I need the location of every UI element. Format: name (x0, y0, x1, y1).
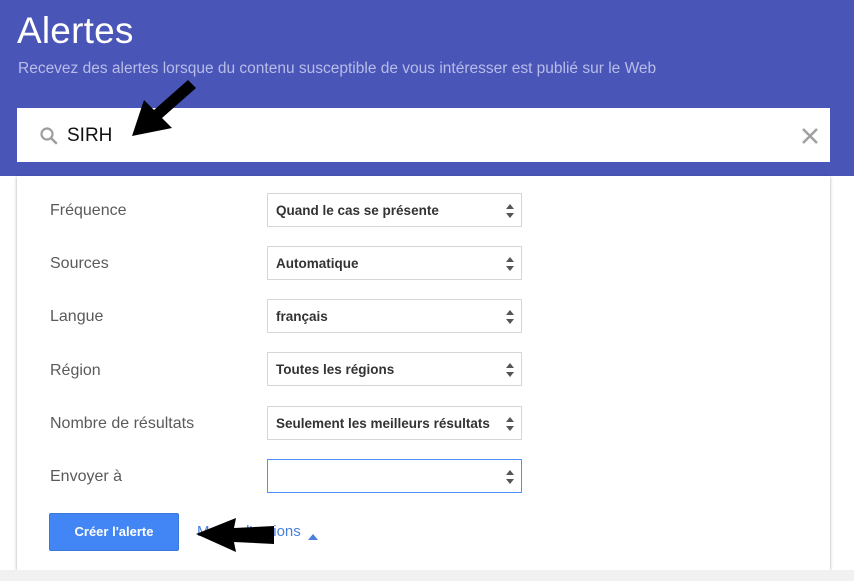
updown-icon (505, 203, 515, 219)
annotation-arrow-icon (194, 514, 276, 554)
close-icon[interactable] (801, 127, 819, 145)
updown-icon (505, 469, 515, 485)
chevron-up-icon (307, 528, 319, 541)
results-count-select[interactable]: Seulement les meilleurs résultats (267, 406, 522, 440)
language-label: Langue (50, 308, 104, 325)
language-value: français (276, 309, 328, 324)
updown-icon (505, 256, 515, 272)
language-select[interactable]: français (267, 299, 522, 333)
page-title: Alertes (17, 10, 134, 51)
updown-icon (505, 309, 515, 325)
frequency-value: Quand le cas se présente (276, 203, 439, 218)
search-input[interactable]: SIRH (67, 125, 112, 147)
region-label: Région (50, 362, 101, 379)
create-alert-button[interactable]: Créer l'alerte (49, 513, 179, 551)
region-value: Toutes les régions (276, 362, 395, 377)
updown-icon (505, 416, 515, 432)
results-count-label: Nombre de résultats (50, 415, 195, 432)
send-to-label: Envoyer à (50, 468, 123, 485)
sources-value: Automatique (276, 256, 359, 271)
sources-label: Sources (50, 255, 109, 272)
page-subtitle: Recevez des alertes lorsque du contenu s… (18, 60, 657, 77)
send-to-select[interactable] (267, 459, 522, 493)
search-icon (39, 126, 59, 146)
sources-select[interactable]: Automatique (267, 246, 522, 280)
frequency-label: Fréquence (50, 202, 127, 219)
frequency-select[interactable]: Quand le cas se présente (267, 193, 522, 227)
region-select[interactable]: Toutes les régions (267, 352, 522, 386)
updown-icon (505, 362, 515, 378)
results-count-value: Seulement les meilleurs résultats (276, 416, 490, 431)
annotation-arrow-icon (128, 76, 200, 140)
page-footer-area (0, 570, 854, 581)
